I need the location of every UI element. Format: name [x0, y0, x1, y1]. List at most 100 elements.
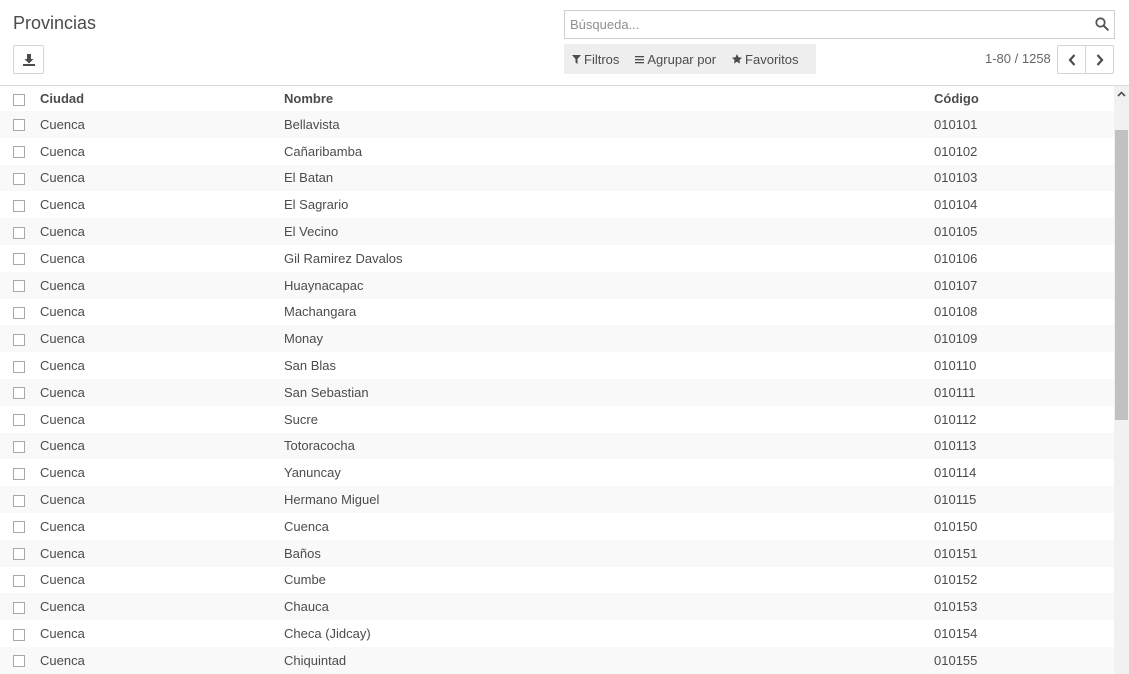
row-select-cell [0, 111, 40, 138]
table-row[interactable]: Cuenca Cuenca 010150 [0, 512, 1114, 540]
cell-nombre: San Sebastian [284, 384, 369, 400]
row-checkbox[interactable] [13, 467, 25, 480]
row-select-cell [0, 540, 40, 567]
scrollbar-thumb[interactable] [1115, 130, 1128, 420]
table-row[interactable]: Cuenca Yanuncay 010114 [0, 459, 1114, 487]
row-select-cell [0, 486, 40, 513]
row-checkbox[interactable] [13, 441, 25, 454]
row-checkbox[interactable] [13, 548, 25, 561]
vertical-scrollbar[interactable] [1114, 86, 1129, 674]
column-header-codigo[interactable]: Código [934, 86, 1114, 111]
row-checkbox[interactable] [13, 307, 25, 320]
row-checkbox[interactable] [13, 226, 25, 239]
group-by-label: Agrupar por [647, 51, 717, 67]
cell-ciudad: Cuenca [40, 411, 85, 427]
row-select-cell [0, 620, 40, 647]
cell-nombre: Sucre [284, 411, 318, 427]
search-input[interactable] [565, 11, 1085, 38]
table-row[interactable]: Cuenca San Blas 010110 [0, 352, 1114, 379]
row-checkbox[interactable] [13, 601, 25, 614]
table-body: Cuenca Bellavista 010101 Cuenca Cañaribamba 0… [0, 111, 1114, 674]
column-header-nombre[interactable]: Nombre [284, 86, 934, 111]
cell-codigo: 010152 [934, 572, 978, 588]
table-row[interactable]: Cuenca Chiquintad 010155 [0, 646, 1114, 674]
cell-codigo: 010111 [934, 384, 976, 400]
cell-codigo: 010115 [934, 492, 977, 508]
table-row[interactable]: Cuenca Baños 010151 [0, 539, 1114, 567]
select-all-cell [0, 86, 40, 111]
row-checkbox[interactable] [13, 521, 25, 534]
cell-nombre: Yanuncay [284, 465, 341, 481]
row-checkbox[interactable] [13, 360, 25, 373]
row-checkbox[interactable] [13, 655, 25, 668]
cell-nombre: El Vecino [284, 224, 339, 240]
filters-label: Filtros [584, 51, 620, 67]
scroll-up-button[interactable] [1114, 86, 1129, 102]
table-row[interactable]: Cuenca Hermano Miguel 010115 [0, 486, 1114, 513]
page-title: Provincias [13, 13, 97, 33]
row-checkbox[interactable] [13, 173, 25, 186]
cell-nombre: Bellavista [284, 116, 340, 132]
row-checkbox[interactable] [13, 628, 25, 641]
search-box [564, 10, 1115, 39]
row-checkbox[interactable] [13, 280, 25, 293]
table-row[interactable]: Cuenca Chauca 010153 [0, 593, 1114, 621]
cell-ciudad: Cuenca [40, 277, 85, 293]
cell-ciudad: Cuenca [40, 304, 85, 320]
table-row[interactable]: Cuenca San Sebastian 010111 [0, 378, 1114, 406]
row-checkbox[interactable] [13, 414, 25, 427]
search-icon[interactable] [1095, 17, 1109, 31]
row-checkbox[interactable] [13, 387, 25, 400]
caret-up-icon [1117, 91, 1126, 97]
table-row[interactable]: Cuenca Sucre 010112 [0, 405, 1114, 433]
table-row[interactable]: Cuenca Machangara 010108 [0, 298, 1114, 326]
table-row[interactable]: Cuenca Totoracocha 010113 [0, 432, 1114, 460]
favorites-button[interactable]: Favoritos [724, 44, 806, 74]
table-row[interactable]: Cuenca El Batan 010103 [0, 164, 1114, 192]
table-row[interactable]: Cuenca Monay 010109 [0, 325, 1114, 353]
cell-codigo: 010103 [934, 170, 978, 186]
table-row[interactable]: Cuenca Cañaribamba 010102 [0, 137, 1114, 165]
row-checkbox[interactable] [13, 575, 25, 587]
table-row[interactable]: Cuenca Bellavista 010101 [0, 111, 1114, 138]
pager-previous-button[interactable] [1057, 45, 1086, 74]
table-row[interactable]: Cuenca Huaynacapac 010107 [0, 271, 1114, 299]
row-checkbox[interactable] [13, 199, 25, 212]
row-select-cell [0, 191, 40, 218]
row-checkbox[interactable] [13, 119, 25, 132]
pager-value[interactable]: 1-80 / 1258 [985, 51, 1051, 66]
cell-codigo: 010151 [934, 545, 978, 561]
cell-codigo: 010113 [934, 438, 977, 454]
group-by-button[interactable]: Agrupar por [627, 44, 724, 74]
row-select-cell [0, 567, 40, 594]
row-checkbox[interactable] [13, 494, 25, 507]
cell-nombre: Hermano Miguel [284, 492, 380, 508]
row-select-cell [0, 513, 40, 540]
row-checkbox[interactable] [13, 253, 25, 266]
bars-icon [635, 55, 645, 63]
cell-ciudad: Cuenca [40, 358, 85, 374]
download-button[interactable] [13, 45, 44, 74]
control-panel: Provincias Filtros Agrupar por [0, 0, 1129, 86]
cell-nombre: Chiquintad [284, 652, 347, 668]
data-table: Ciudad Nombre Código Cuenca Bellavista 010… [0, 86, 1114, 674]
table-row[interactable]: Cuenca Checa (Jidcay) 010154 [0, 620, 1114, 647]
column-header-ciudad[interactable]: Ciudad [40, 86, 284, 111]
cell-ciudad: Cuenca [40, 572, 85, 588]
pager-next-button[interactable] [1085, 45, 1114, 74]
table-row[interactable]: Cuenca Gil Ramirez Davalos 010106 [0, 244, 1114, 272]
row-checkbox[interactable] [13, 333, 25, 346]
cell-ciudad: Cuenca [40, 492, 85, 508]
row-select-cell [0, 379, 40, 406]
table-row[interactable]: Cuenca Cumbe 010152 [0, 566, 1114, 594]
favorites-label: Favoritos [745, 51, 799, 67]
table-header-row: Ciudad Nombre Código [0, 86, 1114, 111]
cell-ciudad: Cuenca [40, 116, 85, 132]
table-row[interactable]: Cuenca El Sagrario 010104 [0, 191, 1114, 219]
row-checkbox[interactable] [13, 146, 25, 159]
filters-button[interactable]: Filtros [564, 44, 627, 74]
select-all-checkbox[interactable] [13, 93, 25, 106]
cell-nombre: Monay [284, 331, 324, 347]
cell-ciudad: Cuenca [40, 465, 85, 481]
table-row[interactable]: Cuenca El Vecino 010105 [0, 218, 1114, 245]
